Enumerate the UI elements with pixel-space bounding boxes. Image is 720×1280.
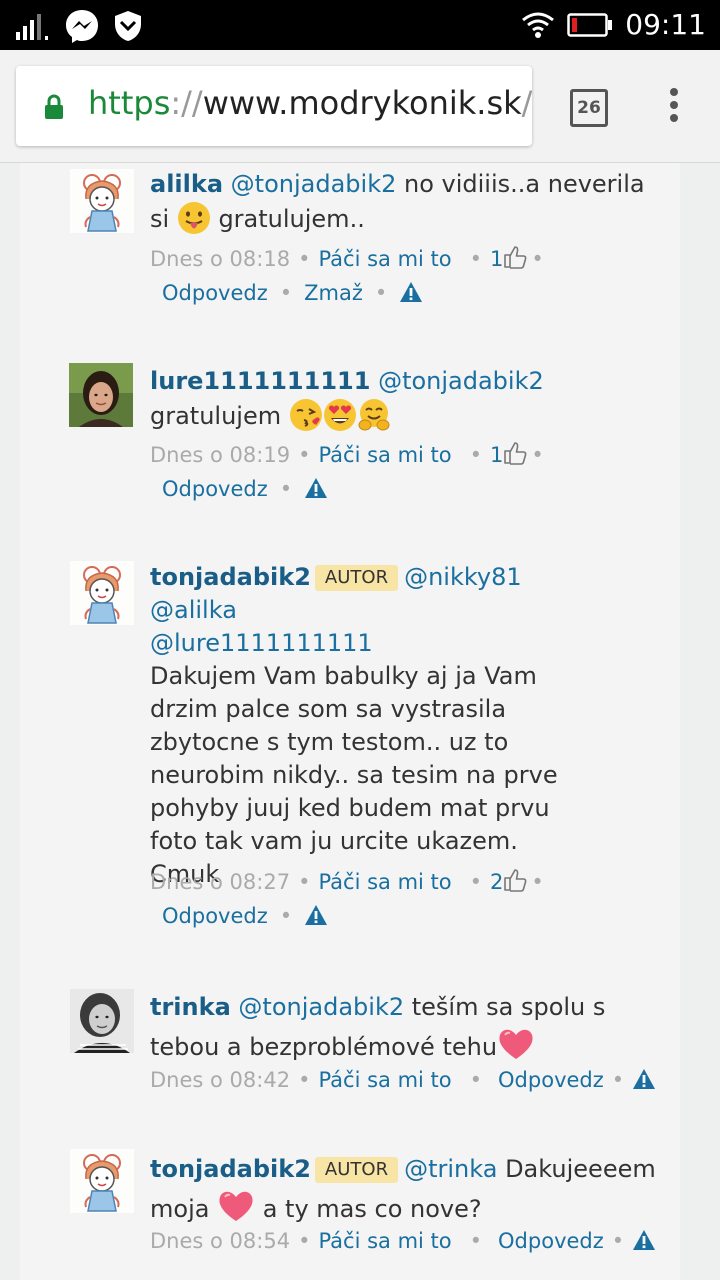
reply-link[interactable]: Odpovedz [162,477,268,501]
reply-link[interactable]: Odpovedz [162,281,268,305]
timestamp: Dnes o 08:18 [150,247,291,271]
tongue-emoji-icon [177,202,210,234]
clock: 09:11 [625,8,706,41]
mention[interactable]: @tonjadabik2 [231,170,397,198]
messenger-icon [66,10,98,43]
report-warning-icon[interactable] [632,1068,656,1090]
comment-meta: Dnes o 08:27 • Páči sa mi to • 2 • [150,868,544,894]
timestamp: Dnes o 08:42 [150,1068,291,1092]
comment-meta: Dnes o 08:19 • Páči sa mi to • 1 • [150,441,544,467]
comment-text: tonjadabik2 AUTOR @trinka Dakujeeeem moja … [150,1155,656,1223]
comment-text: lure1111111111 @tonjadabik2 gratulujem [150,367,544,431]
comment-meta: Dnes o 08:18 • Páči sa mi to • 1 • [150,245,544,271]
mention[interactable]: @alilka [150,596,237,624]
hugging-emoji-icon [358,399,390,431]
like-count: 2 [490,870,504,894]
report-warning-icon[interactable] [632,1229,656,1251]
thumbs-up-icon[interactable] [503,245,527,269]
timestamp: Dnes o 08:27 [150,870,291,894]
comments-list: alilka @tonjadabik2 no vidiiis..a neveri… [20,163,680,1280]
kiss-emoji-icon [289,399,322,431]
more-menu-icon[interactable] [664,88,684,128]
comment-actions: Odpovedz • Zmaž • [162,281,423,305]
comment-text: trinka @tonjadabik2 teším sa spolu s teb… [150,993,606,1061]
like-link[interactable]: Páči sa mi to [318,1229,451,1253]
address-bar[interactable]: https://www.modrykonik.sk/gr [16,66,532,146]
comment-meta: Dnes o 08:42 • Páči sa mi to • Odpovedz • [150,1068,656,1092]
tab-count: 26 [577,98,601,118]
mention[interactable]: @tonjadabik2 [378,367,544,395]
report-warning-icon[interactable] [304,477,328,499]
like-count: 1 [490,247,504,271]
reply-link[interactable]: Odpovedz [498,1068,604,1092]
comment-body: Dakujem Vam babulky aj ja Vam drzim palc… [150,662,558,888]
username[interactable]: lure1111111111 [150,367,370,395]
signal-icon [16,14,48,40]
tab-switcher-button[interactable]: 26 [570,89,608,127]
username[interactable]: tonjadabik2 [150,563,311,591]
heart-icon [217,1189,255,1223]
thumbs-up-icon[interactable] [503,441,527,465]
url-text: https://www.modrykonik.sk/gr [88,84,532,122]
status-bar: 09:11 [0,0,720,50]
comment-meta: Dnes o 08:54 • Páči sa mi to • Odpovedz • [150,1229,656,1253]
mention[interactable]: @tonjadabik2 [238,993,404,1021]
reply-link[interactable]: Odpovedz [498,1229,604,1253]
comment-actions: Odpovedz • [162,477,328,501]
like-link[interactable]: Páči sa mi to [318,247,451,271]
avatar[interactable] [70,989,134,1053]
author-badge: AUTOR [314,565,399,591]
like-link[interactable]: Páči sa mi to [318,443,451,467]
heart-eyes-emoji-icon [323,399,356,431]
timestamp: Dnes o 08:54 [150,1229,291,1253]
mention[interactable]: @nikky81 [404,563,522,591]
timestamp: Dnes o 08:19 [150,443,291,467]
battery-icon [567,12,613,37]
username[interactable]: alilka [150,170,223,198]
comment-text: alilka @tonjadabik2 no vidiiis..a neveri… [150,170,645,234]
avatar[interactable] [69,363,133,427]
shield-icon [115,11,141,41]
mention[interactable]: @lure1111111111 [150,629,373,657]
author-badge: AUTOR [314,1157,399,1183]
avatar[interactable] [70,169,134,233]
avatar[interactable] [70,1149,134,1213]
lock-icon [45,94,63,119]
report-warning-icon[interactable] [399,281,423,303]
browser-toolbar: https://www.modrykonik.sk/gr 26 [0,50,720,163]
username[interactable]: trinka [150,993,231,1021]
delete-link[interactable]: Zmaž [304,281,363,305]
heart-icon [497,1027,535,1061]
mention[interactable]: @trinka [404,1155,497,1183]
wifi-icon [522,12,555,38]
reply-link[interactable]: Odpovedz [162,904,268,928]
like-link[interactable]: Páči sa mi to [318,1068,451,1092]
like-link[interactable]: Páči sa mi to [318,870,451,894]
avatar[interactable] [70,561,134,625]
report-warning-icon[interactable] [304,904,328,926]
comment-actions: Odpovedz • [162,904,328,928]
like-count: 1 [490,443,504,467]
comment-text: tonjadabik2 AUTOR @nikky81 @alilka @lure11… [150,561,666,891]
thumbs-up-icon[interactable] [503,868,527,892]
username[interactable]: tonjadabik2 [150,1155,311,1183]
